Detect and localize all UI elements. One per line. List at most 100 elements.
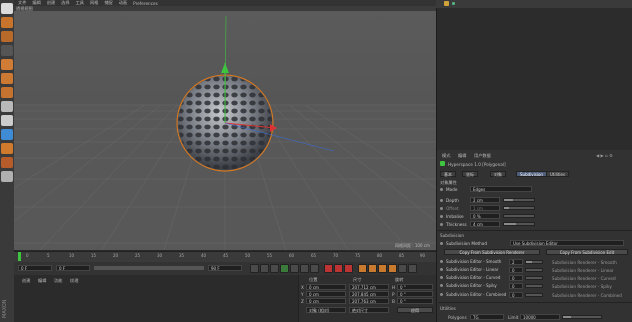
magnet-icon[interactable] [1,129,13,140]
offset-slider[interactable] [503,206,535,210]
uv-mode-icon[interactable] [1,87,13,98]
editor-spiky-field[interactable]: 0 [509,283,523,289]
copy-from-editor-button[interactable]: Copy From Subdivision Edit [546,249,628,255]
cube-mode-icon[interactable] [1,17,13,28]
prev-key-icon[interactable] [260,264,269,273]
limit-field[interactable]: 10000 [520,314,560,320]
size-x-field[interactable]: 207.712 cm [349,284,389,290]
attr-menu-item[interactable]: 用户数据 [474,153,491,159]
start-frame-field[interactable]: 0 F [18,265,52,271]
rot-p-field[interactable]: 0 ° [397,291,433,297]
menu-extra[interactable]: Preferences [133,1,158,6]
y-axis-arrow[interactable] [221,63,229,73]
next-frame-icon[interactable] [290,264,299,273]
undo-icon[interactable] [1,3,13,14]
depth-field[interactable]: 2 cm [470,197,500,203]
editor-combined-slider[interactable] [525,293,543,297]
imbalise-field[interactable]: 0 % [470,213,500,219]
workplane-icon[interactable] [1,157,13,168]
material-tab[interactable]: 功能 [54,278,62,284]
visibility-dot-icon[interactable] [452,2,455,5]
mode-select[interactable]: Edges [470,186,532,192]
attr-menu-item[interactable]: 编辑 [458,153,466,159]
pos-y-field[interactable]: 0 cm [306,291,346,297]
thickness-slider[interactable] [503,222,535,226]
points-mode-icon[interactable] [1,31,13,42]
object-manager[interactable] [436,0,632,150]
depth-slider[interactable] [503,198,535,202]
size-mode-select[interactable]: 绝对尺寸 [349,307,389,313]
prev-frame-icon[interactable] [270,264,279,273]
object-icon[interactable] [444,1,449,6]
tick-label: 15 [91,253,97,258]
thickness-row: Thickness [440,221,467,227]
size-y-field[interactable]: 207.845 cm [349,291,389,297]
copy-from-renderer-button[interactable]: Copy From Subdivision Renderer [444,249,540,255]
pos-x-field[interactable]: 0 cm [306,284,346,290]
material-tab[interactable]: 创建 [22,278,30,284]
thickness-field[interactable]: 4 cm [470,221,500,227]
material-tab[interactable]: 编辑 [38,278,46,284]
axis-icon[interactable] [1,101,13,112]
range-slider[interactable] [94,266,204,270]
mode-select[interactable]: 对象 (相对) [306,307,346,313]
nav-arrows-icon[interactable]: ◀ ▶ ⌂ ⚙ [596,153,613,158]
pos-z-field[interactable]: 0 cm [306,298,346,304]
record-icon[interactable] [324,264,333,273]
editor-curved-slider[interactable] [525,276,543,280]
param-key-icon[interactable] [388,264,397,273]
editor-smooth-field[interactable]: 2 [509,259,523,265]
editor-curved-field[interactable]: 0 [509,275,523,281]
edges-mode-icon[interactable] [1,59,13,70]
goto-start-icon[interactable] [250,264,259,273]
apply-button[interactable]: 应用 [397,307,433,313]
tab-utilities[interactable]: Utilities [546,171,570,177]
renderer-row-label: Subdivision Renderer - Spiky [552,284,612,289]
section-subdivision: Subdivision [440,233,464,238]
imbalise-slider[interactable] [503,214,535,218]
grid-key-icon[interactable] [408,264,417,273]
keyframe-icon[interactable] [344,264,353,273]
rot-label: B [392,299,395,304]
coord-header: 尺寸 [353,277,362,282]
rot-b-field[interactable]: 0 ° [397,298,433,304]
next-key-icon[interactable] [300,264,309,273]
material-tab[interactable]: 纹理 [70,278,78,284]
grid-icon[interactable] [1,171,13,182]
editor-linear-slider[interactable] [525,268,543,272]
attr-menu-item[interactable]: 模式 [442,153,450,159]
rot-h-field[interactable]: 0 ° [397,284,433,290]
size-z-field[interactable]: 207.763 cm [349,298,389,304]
object-type-icon [440,161,445,166]
timeline[interactable]: 0 5 10 15 20 25 30 35 40 45 50 55 60 65 … [14,251,436,262]
mode-label: Mode [446,186,458,192]
editor-spiky-slider[interactable] [525,284,543,288]
snap-icon[interactable] [1,115,13,126]
polygons-field[interactable]: TG [470,314,504,320]
tab-subdivision[interactable]: Subdivision [516,171,547,177]
current-frame-field[interactable]: 0 F [56,265,90,271]
polygons-mode-icon[interactable] [1,73,13,84]
scale-key-icon[interactable] [368,264,377,273]
playhead[interactable] [18,252,21,261]
editor-smooth-slider[interactable] [525,260,543,264]
autokey-icon[interactable] [334,264,343,273]
tab-object[interactable]: 对象 [490,171,506,177]
move-key-icon[interactable] [358,264,367,273]
goto-end-icon[interactable] [310,264,319,273]
viewport-canvas[interactable] [14,11,436,250]
tab-basic[interactable]: 基本 [440,171,456,177]
viewport[interactable] [14,11,436,250]
offset-field[interactable]: 1 cm [470,205,500,211]
tab-coord[interactable]: 坐标 [462,171,478,177]
editor-combined-field[interactable]: 0 [509,292,523,298]
limit-slider[interactable] [562,315,602,319]
lock-icon[interactable] [1,143,13,154]
play-icon[interactable] [280,264,289,273]
rotate-key-icon[interactable] [378,264,387,273]
subdivision-method-select[interactable]: Use Subdivision Editor [510,240,624,246]
editor-linear-field[interactable]: 0 [509,267,523,273]
end-frame-field[interactable]: 90 F [208,265,242,271]
pla-icon[interactable] [398,264,407,273]
editor-row-label: Subdivision Editor - Spiky [446,283,497,288]
